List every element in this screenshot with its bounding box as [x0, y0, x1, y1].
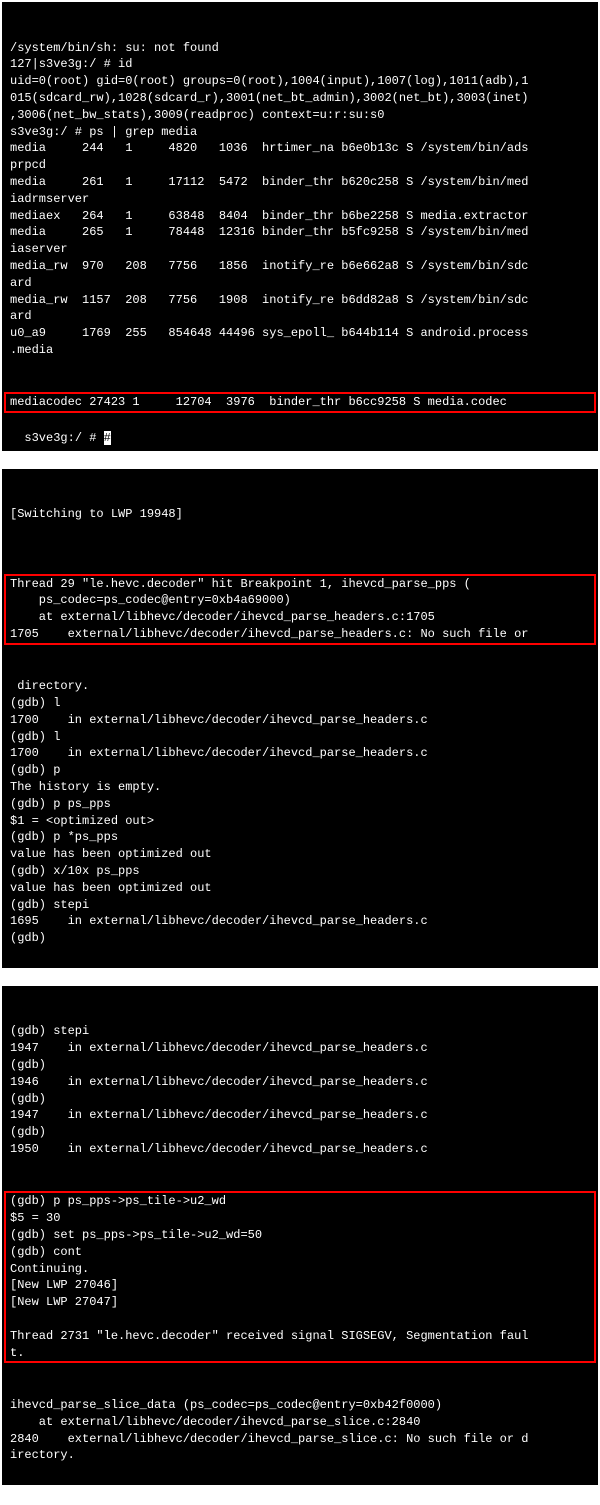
terminal-line: The history is empty.	[10, 779, 590, 796]
terminal-line: [Switching to LWP 19948]	[10, 506, 590, 523]
terminal-line: 1950 in external/libhevc/decoder/ihevcd_…	[10, 1141, 590, 1158]
terminal-line: at external/libhevc/decoder/ihevcd_parse…	[10, 1414, 590, 1431]
terminal-line: u0_a9 1769 255 854648 44496 sys_epoll_ b…	[10, 325, 590, 342]
terminal-line: media_rw 1157 208 7756 1908 inotify_re b…	[10, 292, 590, 309]
terminal-line: (gdb)	[10, 1091, 590, 1108]
terminal-line: (gdb) l	[10, 729, 590, 746]
terminal-line: prpcd	[10, 157, 590, 174]
terminal-line: ,3006(net_bw_stats),3009(readproc) conte…	[10, 107, 590, 124]
terminal-line: 2840 external/libhevc/decoder/ihevcd_par…	[10, 1431, 590, 1448]
terminal-line: 1947 in external/libhevc/decoder/ihevcd_…	[10, 1040, 590, 1057]
terminal-line: 015(sdcard_rw),1028(sdcard_r),3001(net_b…	[10, 90, 590, 107]
terminal-line: /system/bin/sh: su: not found	[10, 40, 590, 57]
terminal-line: 1695 in external/libhevc/decoder/ihevcd_…	[10, 913, 590, 930]
terminal-line: directory.	[10, 678, 590, 695]
terminal-line: mediaex 264 1 63848 8404 binder_thr b6be…	[10, 208, 590, 225]
highlighted-mediacodec-line: mediacodec 27423 1 12704 3976 binder_thr…	[4, 392, 596, 413]
terminal-ps-output: /system/bin/sh: su: not found127|s3ve3g:…	[2, 2, 598, 451]
terminal-line: .media	[10, 342, 590, 359]
highlighted-breakpoint-block: Thread 29 "le.hevc.decoder" hit Breakpoi…	[4, 574, 596, 645]
terminal-line: (gdb) stepi	[10, 1023, 590, 1040]
terminal-line: (gdb) stepi	[10, 897, 590, 914]
terminal-line: (gdb) x/10x ps_pps	[10, 863, 590, 880]
terminal-line: (gdb) p *ps_pps	[10, 829, 590, 846]
terminal-line: $1 = <optimized out>	[10, 813, 590, 830]
cursor-block: #	[104, 431, 111, 445]
terminal-line: (gdb) p	[10, 762, 590, 779]
terminal-line: (gdb)	[10, 930, 590, 947]
terminal-line: iaserver	[10, 241, 590, 258]
terminal-line: media_rw 970 208 7756 1856 inotify_re b6…	[10, 258, 590, 275]
terminal-line: ard	[10, 308, 590, 325]
highlighted-segfault-block: (gdb) p ps_pps->ps_tile->u2_wd $5 = 30 (…	[4, 1191, 596, 1363]
terminal-line: media 265 1 78448 12316 binder_thr b5fc9…	[10, 224, 590, 241]
terminal-line: 1700 in external/libhevc/decoder/ihevcd_…	[10, 745, 590, 762]
terminal-line: (gdb)	[10, 1057, 590, 1074]
terminal-line	[10, 523, 590, 540]
terminal-line: 1947 in external/libhevc/decoder/ihevcd_…	[10, 1107, 590, 1124]
terminal-line: iadrmserver	[10, 191, 590, 208]
terminal-gdb-breakpoint: [Switching to LWP 19948] Thread 29 "le.h…	[2, 469, 598, 968]
terminal-line: ihevcd_parse_slice_data (ps_codec=ps_cod…	[10, 1397, 590, 1414]
terminal-line: 1946 in external/libhevc/decoder/ihevcd_…	[10, 1074, 590, 1091]
terminal-line: (gdb)	[10, 1124, 590, 1141]
terminal-line: s3ve3g:/ # ps | grep media	[10, 124, 590, 141]
terminal-line: media 244 1 4820 1036 hrtimer_na b6e0b13…	[10, 140, 590, 157]
terminal-line: 127|s3ve3g:/ # id	[10, 56, 590, 73]
terminal-line: 1700 in external/libhevc/decoder/ihevcd_…	[10, 712, 590, 729]
terminal-line: value has been optimized out	[10, 846, 590, 863]
terminal-line: uid=0(root) gid=0(root) groups=0(root),1…	[10, 73, 590, 90]
terminal-line: irectory.	[10, 1447, 590, 1464]
terminal-gdb-segfault: (gdb) stepi1947 in external/libhevc/deco…	[2, 986, 598, 1485]
terminal-line: ard	[10, 275, 590, 292]
terminal-line: value has been optimized out	[10, 880, 590, 897]
terminal-line: (gdb) p ps_pps	[10, 796, 590, 813]
terminal-line: (gdb) l	[10, 695, 590, 712]
terminal-line: media 261 1 17112 5472 binder_thr b620c2…	[10, 174, 590, 191]
terminal-prompt: s3ve3g:/ #	[24, 431, 103, 445]
